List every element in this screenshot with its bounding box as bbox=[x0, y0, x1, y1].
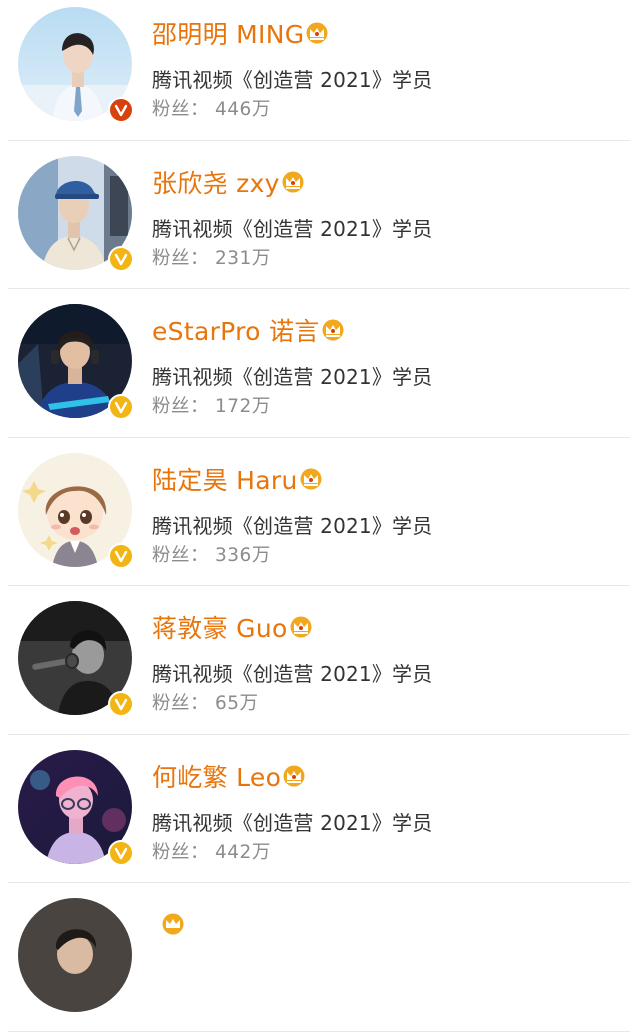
verified-badge-icon bbox=[108, 542, 134, 569]
photo-avatar-partial bbox=[18, 898, 132, 1012]
fans-label: 粉丝： bbox=[152, 99, 210, 120]
user-name[interactable]: 蒋敦豪 Guo bbox=[152, 609, 288, 645]
user-name[interactable]: 何屹繁 Leo bbox=[152, 758, 281, 794]
user-description: 腾讯视频《创造营 2021》学员 bbox=[152, 216, 433, 241]
user-description: 腾讯视频《创造营 2021》学员 bbox=[152, 365, 433, 389]
list-item[interactable]: 何屹繁 Leo 腾讯视频《创造营 2021》学员 粉丝： 442万 bbox=[8, 735, 630, 883]
fans-count-line: 粉丝： 172万 bbox=[152, 392, 271, 418]
verified-badge-icon bbox=[108, 97, 134, 123]
user-name-line: 邵明明 MING bbox=[152, 16, 329, 50]
verified-badge-icon bbox=[108, 839, 134, 866]
fans-label: 粉丝： bbox=[152, 247, 210, 269]
avatar[interactable] bbox=[18, 898, 132, 1012]
user-name-line: 陆定昊 Haru bbox=[152, 462, 323, 496]
avatar[interactable] bbox=[18, 452, 134, 569]
fans-count: 231万 bbox=[215, 247, 271, 269]
crown-icon bbox=[281, 171, 305, 193]
list-item[interactable]: 张欣尧 zxy 腾讯视频《创造营 2021》学员 粉丝： 231万 bbox=[8, 141, 630, 289]
user-description: 腾讯视频《创造营 2021》学员 bbox=[152, 513, 433, 538]
fans-count-line: 粉丝： 65万 bbox=[152, 689, 259, 715]
user-name[interactable]: 张欣尧 zxy bbox=[152, 164, 280, 200]
user-name[interactable]: 陆定昊 Haru bbox=[152, 461, 298, 497]
user-name-line: 蒋敦豪 Guo bbox=[152, 610, 313, 644]
user-name-line bbox=[152, 907, 185, 941]
user-list: 邵明明 MING 腾讯视频《创造营 2021》学员 粉丝： 446万 张欣尧 z… bbox=[0, 0, 638, 1032]
list-item[interactable]: 蒋敦豪 Guo 腾讯视频《创造营 2021》学员 粉丝： 65万 bbox=[8, 586, 630, 735]
verified-badge-icon bbox=[108, 394, 134, 420]
fans-count-line: 粉丝： 442万 bbox=[152, 838, 271, 864]
user-description: 腾讯视频《创造营 2021》学员 bbox=[152, 810, 433, 835]
crown-icon bbox=[282, 765, 306, 787]
user-name-line: 何屹繁 Leo bbox=[152, 759, 306, 793]
verified-badge-icon bbox=[108, 245, 134, 272]
fans-count: 446万 bbox=[215, 99, 271, 120]
crown-icon bbox=[161, 913, 185, 935]
user-name-line: eStarPro 诺言 bbox=[152, 313, 345, 347]
list-item[interactable]: 陆定昊 Haru 腾讯视频《创造营 2021》学员 粉丝： 336万 bbox=[8, 438, 630, 586]
fans-count-line: 粉丝： 231万 bbox=[152, 244, 271, 270]
fans-count: 65万 bbox=[215, 693, 259, 714]
crown-icon bbox=[289, 616, 313, 638]
avatar[interactable] bbox=[18, 7, 134, 123]
user-name-partial[interactable] bbox=[152, 910, 160, 927]
user-description: 腾讯视频《创造营 2021》学员 bbox=[152, 662, 433, 686]
crown-icon bbox=[321, 319, 345, 341]
list-item[interactable]: eStarPro 诺言 腾讯视频《创造营 2021》学员 粉丝： 172万 bbox=[8, 289, 630, 438]
fans-count: 336万 bbox=[215, 544, 271, 566]
fans-label: 粉丝： bbox=[152, 544, 210, 566]
crown-icon bbox=[305, 22, 329, 44]
avatar[interactable] bbox=[18, 155, 134, 272]
avatar[interactable] bbox=[18, 304, 134, 420]
fans-label: 粉丝： bbox=[152, 396, 210, 417]
fans-count-line: 粉丝： 336万 bbox=[152, 541, 271, 567]
list-item[interactable]: 邵明明 MING 腾讯视频《创造营 2021》学员 粉丝： 446万 bbox=[8, 0, 630, 141]
user-name[interactable]: eStarPro 诺言 bbox=[152, 312, 320, 348]
crown-icon bbox=[299, 468, 323, 490]
user-name-line: 张欣尧 zxy bbox=[152, 165, 305, 199]
fans-count-line: 粉丝： 446万 bbox=[152, 95, 271, 121]
fans-label: 粉丝： bbox=[152, 693, 210, 714]
avatar[interactable] bbox=[18, 601, 134, 717]
verified-badge-icon bbox=[108, 691, 134, 717]
fans-label: 粉丝： bbox=[152, 841, 210, 863]
list-item-partial[interactable] bbox=[8, 883, 630, 1032]
avatar[interactable] bbox=[18, 749, 134, 866]
user-description: 腾讯视频《创造营 2021》学员 bbox=[152, 68, 433, 92]
user-name[interactable]: 邵明明 MING bbox=[152, 15, 304, 51]
fans-count: 442万 bbox=[215, 841, 271, 863]
fans-count: 172万 bbox=[215, 396, 271, 417]
